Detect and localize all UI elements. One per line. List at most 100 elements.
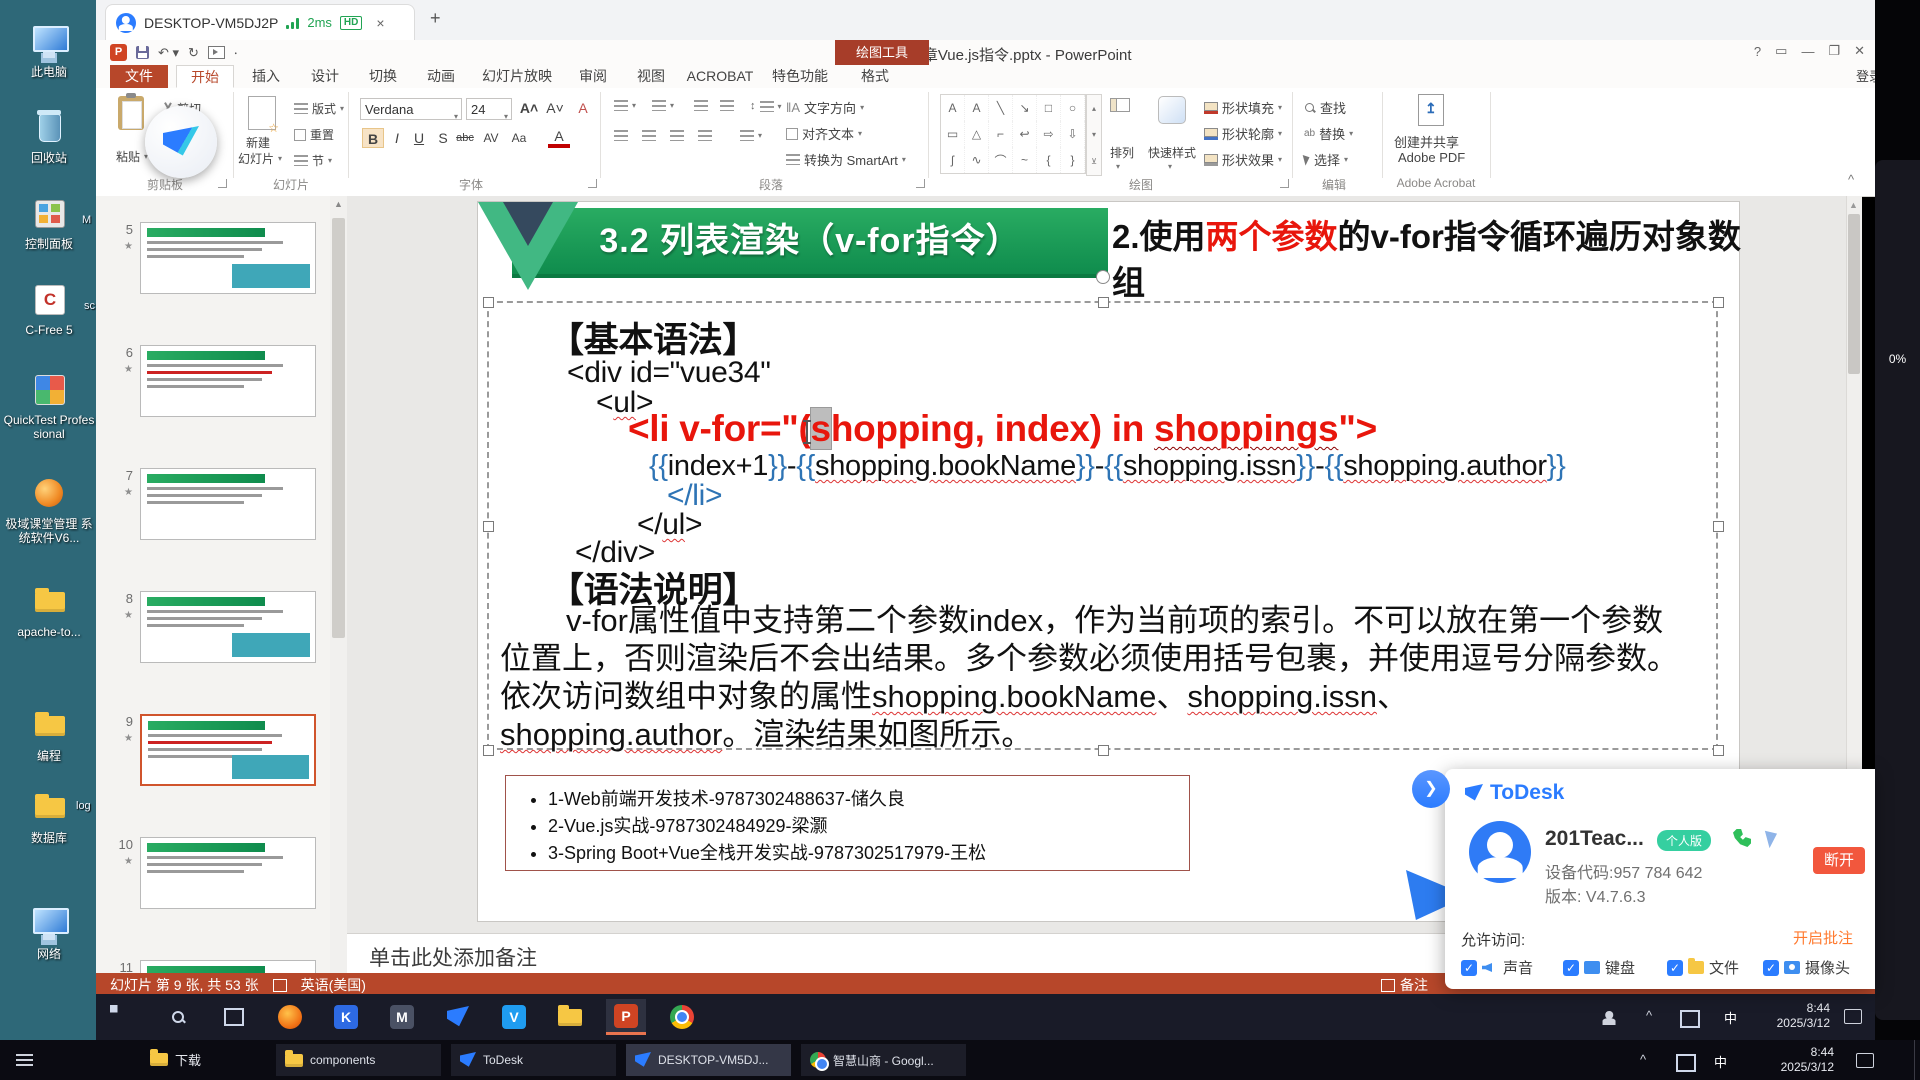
- taskbar-app-k[interactable]: K: [326, 999, 366, 1035]
- permission-camera[interactable]: ✓摄像头: [1763, 957, 1850, 978]
- slide-thumbnail[interactable]: 7 ★: [96, 468, 346, 540]
- align-center-button[interactable]: [642, 130, 656, 141]
- search-button[interactable]: [158, 999, 198, 1035]
- slide-thumbnail-preview[interactable]: [140, 837, 316, 909]
- display-tray-icon[interactable]: [1676, 1054, 1696, 1072]
- tab-transitions[interactable]: 切换: [358, 65, 408, 88]
- shape-glyph[interactable]: ⌒: [989, 147, 1013, 173]
- shape-fill-button[interactable]: 形状填充▾: [1204, 98, 1282, 117]
- new-slide-button-line2[interactable]: 幻灯片▾: [238, 150, 282, 167]
- action-center-icon[interactable]: [1844, 1009, 1862, 1024]
- taskbar-remote-session-active[interactable]: DESKTOP-VM5DJ...: [626, 1044, 791, 1076]
- tray-overflow-icon[interactable]: ^: [1640, 1052, 1646, 1067]
- desktop-icon-cfree[interactable]: CC-Free 5: [3, 282, 95, 337]
- code-line-div[interactable]: <div id="vue34": [567, 356, 771, 390]
- desktop-icon-programming[interactable]: 编程: [3, 708, 95, 763]
- character-spacing-button[interactable]: AV: [480, 128, 502, 148]
- host-clock[interactable]: 8:442025/3/12: [1750, 1045, 1834, 1075]
- tab-view[interactable]: 视图: [626, 65, 676, 88]
- voice-call-icon[interactable]: [1733, 829, 1751, 847]
- taskbar-app-m[interactable]: M: [382, 999, 422, 1035]
- reset-button[interactable]: 重置: [294, 126, 334, 143]
- session-tab[interactable]: DESKTOP-VM5DJ2P 2ms HD ×: [105, 4, 415, 40]
- tab-format[interactable]: 格式: [844, 65, 906, 88]
- replace-button[interactable]: ab替换▾: [1304, 124, 1353, 143]
- slide-thumbnail[interactable]: 8 ★: [96, 591, 346, 663]
- shape-glyph[interactable]: ○: [1061, 95, 1085, 121]
- host-menu-icon[interactable]: [16, 1054, 33, 1056]
- shape-glyph[interactable]: }: [1061, 147, 1085, 173]
- tab-design[interactable]: 设计: [300, 65, 350, 88]
- justify-button[interactable]: [698, 130, 712, 141]
- shape-outline-button[interactable]: 形状轮廓▾: [1204, 124, 1282, 143]
- paragraph-dialog-launcher[interactable]: [916, 179, 925, 188]
- grow-font-button[interactable]: A˄: [518, 98, 540, 118]
- minimize-icon[interactable]: —: [1801, 44, 1814, 59]
- arrange-button[interactable]: 排列: [1110, 144, 1134, 161]
- slide-thumbnail-preview[interactable]: [140, 591, 316, 663]
- desktop-icon-database[interactable]: 数据库: [3, 790, 95, 845]
- slide-thumbnail[interactable]: 11 ★: [96, 960, 346, 973]
- checkbox-checked-icon[interactable]: ✓: [1763, 960, 1779, 976]
- shape-glyph[interactable]: ~: [1013, 147, 1037, 173]
- close-icon[interactable]: ✕: [1854, 43, 1865, 59]
- disconnect-button[interactable]: 断开: [1813, 847, 1865, 874]
- decrease-indent-button[interactable]: [694, 100, 708, 111]
- desktop-icon-jiyu[interactable]: 极域课堂管理 系统软件V6...: [3, 476, 95, 545]
- shape-glyph[interactable]: △: [965, 121, 989, 147]
- explanation-line4[interactable]: shopping.author。渲染结果如图所示。: [500, 716, 1725, 754]
- font-name-combo[interactable]: Verdana▾: [360, 98, 462, 120]
- redo-button[interactable]: ↻: [188, 45, 199, 61]
- paste-icon[interactable]: [118, 96, 144, 130]
- notes-placeholder[interactable]: 单击此处添加备注: [369, 942, 537, 972]
- line-spacing-button[interactable]: ↕▾: [750, 100, 782, 112]
- selection-handle[interactable]: [1713, 521, 1724, 532]
- taskbar-firefox[interactable]: [270, 999, 310, 1035]
- rotation-handle[interactable]: [1096, 270, 1110, 284]
- undo-button[interactable]: ↶ ▾: [158, 45, 179, 61]
- desktop-icon-network[interactable]: 网络: [3, 906, 95, 961]
- hd-badge[interactable]: HD: [340, 16, 362, 30]
- shape-glyph[interactable]: A: [965, 95, 989, 121]
- scroll-up-icon[interactable]: ▲: [1849, 200, 1858, 210]
- shapes-gallery[interactable]: AA╲↘□○▭△⌐↩⇨⇩ʃ∿⌒~{}: [940, 94, 1086, 174]
- shrink-font-button[interactable]: A˅: [544, 98, 566, 118]
- todesk-floating-ball[interactable]: [145, 106, 217, 178]
- slide-thumbnail-preview[interactable]: [140, 468, 316, 540]
- strikethrough-button[interactable]: abc: [454, 128, 476, 148]
- shapes-gallery-scroll[interactable]: ▴▾⊻: [1086, 94, 1102, 176]
- shape-effects-button[interactable]: 形状效果▾: [1204, 150, 1282, 169]
- font-dialog-launcher[interactable]: [588, 179, 597, 188]
- create-share-pdf-button[interactable]: 创建并共享: [1394, 132, 1459, 151]
- permission-files[interactable]: ✓文件: [1667, 957, 1739, 978]
- tab-insert[interactable]: 插入: [240, 65, 292, 88]
- permission-sound[interactable]: ✓声音: [1461, 957, 1533, 978]
- spellcheck-icon[interactable]: [273, 979, 287, 992]
- tab-special[interactable]: 特色功能: [764, 65, 836, 88]
- shape-glyph[interactable]: □: [1037, 95, 1061, 121]
- selection-handle[interactable]: [1713, 745, 1724, 756]
- restore-icon[interactable]: ❐: [1828, 43, 1840, 59]
- downloads-toolbar[interactable]: 下载: [150, 1050, 201, 1069]
- customize-qat-icon[interactable]: ⸱: [234, 44, 237, 62]
- increase-indent-button[interactable]: [720, 100, 734, 111]
- text-direction-button[interactable]: ‖A文字方向▾: [786, 98, 864, 117]
- shape-glyph[interactable]: ⇨: [1037, 121, 1061, 147]
- slide-thumbnail[interactable]: 9 ★: [96, 714, 346, 786]
- shape-glyph[interactable]: ⌐: [989, 121, 1013, 147]
- slide-scroll-thumb[interactable]: [1848, 214, 1860, 374]
- slide-thumbnail[interactable]: 6 ★: [96, 345, 346, 417]
- slide-thumbnail-panel[interactable]: 5 ★ 6 ★: [96, 196, 347, 973]
- collapse-ribbon-icon[interactable]: ^: [1848, 172, 1854, 187]
- taskbar-vscode[interactable]: V: [494, 999, 534, 1035]
- font-size-combo[interactable]: 24▾: [466, 98, 512, 120]
- create-share-pdf-line2[interactable]: Adobe PDF: [1398, 150, 1465, 165]
- shape-glyph[interactable]: A: [941, 95, 965, 121]
- clear-formatting-button[interactable]: A: [572, 98, 594, 118]
- taskbar-todesk-host[interactable]: ToDesk: [451, 1044, 616, 1076]
- start-button[interactable]: [102, 999, 142, 1035]
- select-button[interactable]: 选择▾: [1304, 150, 1348, 169]
- find-button[interactable]: 查找: [1304, 98, 1346, 117]
- shape-glyph[interactable]: ↘: [1013, 95, 1037, 121]
- shape-glyph[interactable]: ⇩: [1061, 121, 1085, 147]
